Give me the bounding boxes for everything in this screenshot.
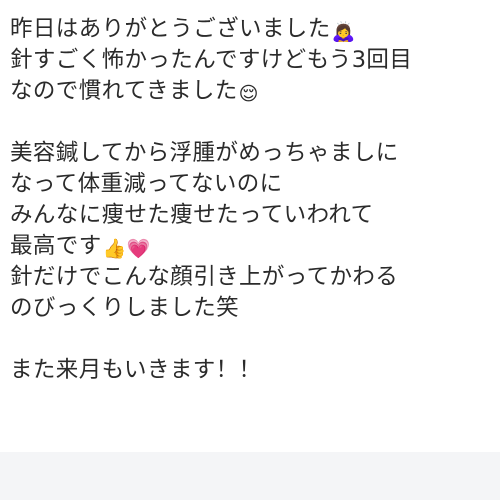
- message-line: 昨日はありがとうございました🙇‍♀️: [10, 14, 494, 45]
- message-line-text: のびっくりしました笑: [10, 295, 240, 321]
- message-line: 最高です👍💗: [10, 231, 494, 262]
- message-body: 昨日はありがとうございました🙇‍♀️ 針すごく怖かったんですけどもう3回目 なの…: [10, 14, 494, 386]
- message-line-text: 美容鍼してから浮腫がめっちゃましに: [10, 140, 399, 166]
- message-line-text: また来月もいきます！！: [10, 357, 262, 383]
- message-line: なって体重減ってないのに: [10, 169, 494, 200]
- relieved-face-emoji-icon: 😌: [238, 83, 259, 105]
- message-line-text: 昨日はありがとうございました: [10, 16, 331, 42]
- thumbs-up-and-heart-emoji-icon: 👍💗: [102, 238, 151, 260]
- message-line: 針すごく怖かったんですけどもう3回目: [10, 45, 494, 76]
- message-line-text: 針すごく怖かったんですけどもう3回目: [10, 47, 413, 73]
- message-line: 美容鍼してから浮腫がめっちゃましに: [10, 138, 494, 169]
- message-line: 針だけでこんな顔引き上がってかわる: [10, 262, 494, 293]
- message-line: また来月もいきます！！: [10, 355, 494, 386]
- message-line-text: なので慣れてきました: [10, 78, 238, 104]
- bowing-person-emoji-icon: 🙇‍♀️: [331, 21, 356, 43]
- message-line: のびっくりしました笑: [10, 293, 494, 324]
- message-line-text: 針だけでこんな顔引き上がってかわる: [10, 264, 399, 290]
- message-line-text: みんなに痩せた痩せたっていわれて: [10, 202, 374, 228]
- message-line: なので慣れてきました😌: [10, 76, 494, 107]
- message-line-text: なって体重減ってないのに: [10, 171, 283, 197]
- message-line-text: 最高です: [10, 233, 102, 259]
- message-card: 昨日はありがとうございました🙇‍♀️ 針すごく怖かったんですけどもう3回目 なの…: [0, 0, 500, 452]
- message-line: みんなに痩せた痩せたっていわれて: [10, 200, 494, 231]
